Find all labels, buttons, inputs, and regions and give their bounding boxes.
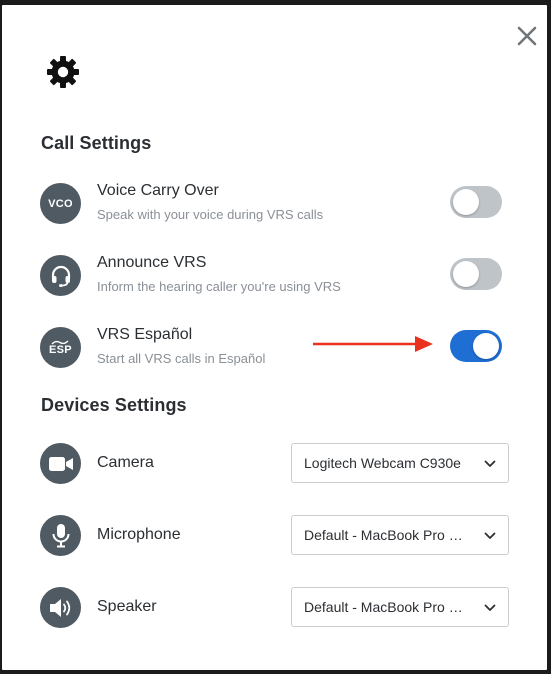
speaker-icon [40,587,81,628]
settings-modal: Call Settings VCO Voice Carry Over Speak… [2,5,547,670]
microphone-label: Microphone [97,526,181,543]
camera-select-value: Logitech Webcam C930e [304,455,461,471]
toggle-knob [473,333,499,359]
esp-icon-graphic: ESP [49,339,72,356]
toggle-knob [453,189,479,215]
speaker-select-value: Default - MacBook Pro Speakers [304,599,470,615]
announce-vrs-description: Inform the hearing caller you're using V… [97,279,341,294]
vco-description: Speak with your voice during VRS calls [97,207,324,222]
close-icon [517,26,537,46]
device-row-speaker: Speaker Default - MacBook Pro Speakers [2,587,547,629]
announce-vrs-title: Announce VRS [97,254,207,271]
setting-row-announce-vrs: Announce VRS Inform the hearing caller y… [2,253,547,298]
setting-row-vrs-espanol: ESP VRS Español Start all VRS calls in E… [2,325,547,370]
microphone-icon [40,515,81,556]
close-button[interactable] [515,24,539,48]
devices-settings-title: Devices Settings [41,395,187,415]
toggle-knob [453,261,479,287]
gear-icon [45,54,81,90]
red-arrow-icon [313,336,433,352]
camera-label: Camera [97,454,154,471]
microphone-select[interactable]: Default - MacBook Pro Microphone [291,515,509,555]
vrs-espanol-description: Start all VRS calls in Español [97,351,266,366]
chevron-down-icon [484,532,496,539]
headset-icon [40,255,81,296]
vco-toggle[interactable] [450,186,502,218]
speaker-label: Speaker [97,598,157,615]
chevron-down-icon [484,460,496,467]
vrs-espanol-title: VRS Español [97,326,193,343]
vco-icon-text: VCO [48,197,73,210]
setting-row-vco: VCO Voice Carry Over Speak with your voi… [2,181,547,226]
announce-vrs-toggle[interactable] [450,258,502,290]
device-row-microphone: Microphone Default - MacBook Pro Microph… [2,515,547,557]
speaker-select[interactable]: Default - MacBook Pro Speakers [291,587,509,627]
camera-icon [40,443,81,484]
esp-icon: ESP [40,327,81,368]
vrs-espanol-toggle[interactable] [450,330,502,362]
vco-icon: VCO [40,183,81,224]
camera-select[interactable]: Logitech Webcam C930e [291,443,509,483]
vco-title: Voice Carry Over [97,182,219,199]
call-settings-title: Call Settings [41,133,152,153]
chevron-down-icon [484,604,496,611]
microphone-select-value: Default - MacBook Pro Microphone [304,527,470,543]
device-row-camera: Camera Logitech Webcam C930e [2,443,547,485]
esp-icon-text: ESP [49,343,72,356]
